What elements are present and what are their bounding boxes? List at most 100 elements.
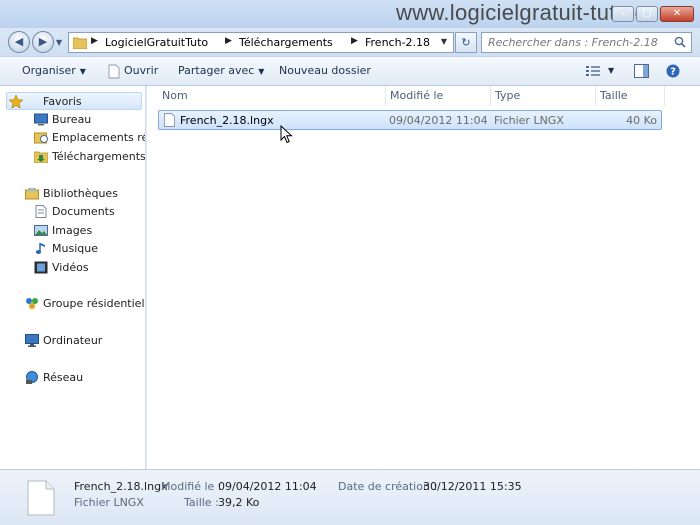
file-icon xyxy=(164,113,175,127)
downloads-folder-icon xyxy=(34,151,48,163)
address-bar[interactable]: ▶ LogicielGratuitTuto ▶ Téléchargements … xyxy=(68,32,454,53)
address-row: ◀ ▶ ▼ ▶ LogicielGratuitTuto ▶ Télécharge… xyxy=(0,28,700,56)
maximize-icon: □ xyxy=(642,8,652,19)
minimize-button[interactable]: – xyxy=(612,6,634,22)
title-bar: www.logicielgratuit-tuto.com – □ ✕ xyxy=(0,0,700,28)
sidebar-item-label: Musique xyxy=(52,242,98,255)
file-row[interactable]: French_2.18.lngx 09/04/2012 11:04 Fichie… xyxy=(158,110,662,130)
column-divider[interactable] xyxy=(664,86,665,106)
sidebar-item-bureau[interactable]: Bureau xyxy=(34,111,145,129)
computer-icon xyxy=(25,334,39,347)
refresh-button[interactable]: ↻ xyxy=(455,32,477,53)
sidebar-item-bibliotheques[interactable]: Bibliothèques xyxy=(25,185,145,203)
back-arrow-icon: ◀ xyxy=(14,35,24,48)
svg-text:?: ? xyxy=(670,67,676,78)
sidebar-item-documents[interactable]: Documents xyxy=(34,203,145,221)
organize-button[interactable]: Organiser ▼ xyxy=(22,64,86,77)
address-dropdown-icon[interactable]: ▼ xyxy=(441,37,447,46)
breadcrumb-separator-icon[interactable]: ▶ xyxy=(351,36,358,46)
music-icon xyxy=(35,243,45,254)
recent-places-icon xyxy=(34,132,48,144)
details-file-type: Fichier LNGX xyxy=(74,496,144,509)
breadcrumb-separator-icon[interactable]: ▶ xyxy=(91,36,98,46)
details-modified-value: 09/04/2012 11:04 xyxy=(218,480,317,493)
images-icon xyxy=(34,225,48,236)
organize-label: Organiser xyxy=(22,64,76,77)
file-size: 40 Ko xyxy=(626,114,657,127)
command-toolbar: Organiser ▼ Ouvrir Partager avec ▼ Nouveau… xyxy=(0,56,700,86)
sidebar-item-label: Bureau xyxy=(52,113,92,126)
sidebar-item-images[interactable]: Images xyxy=(34,222,145,240)
close-button[interactable]: ✕ xyxy=(660,6,694,22)
new-folder-button[interactable]: Nouveau dossier xyxy=(279,64,371,77)
column-divider[interactable] xyxy=(490,86,491,106)
sidebar-item-videos[interactable]: Vidéos xyxy=(34,259,145,277)
file-icon xyxy=(108,64,120,79)
breadcrumb-separator-icon[interactable]: ▶ xyxy=(225,36,232,46)
folder-icon xyxy=(73,37,87,49)
network-icon xyxy=(26,371,38,384)
view-options-icon[interactable] xyxy=(586,66,600,77)
sidebar-item-label: Documents xyxy=(52,205,115,218)
details-created-value: 30/12/2011 15:35 xyxy=(423,480,522,493)
sidebar-item-telechargements[interactable]: Téléchargements xyxy=(34,148,145,166)
libraries-icon xyxy=(25,188,39,200)
open-label: Ouvrir xyxy=(124,64,159,77)
sidebar-item-reseau[interactable]: Réseau xyxy=(25,369,145,387)
sidebar-item-label: Bibliothèques xyxy=(43,187,118,200)
file-type: Fichier LNGX xyxy=(494,114,564,127)
sidebar-item-label: Groupe résidentiel xyxy=(43,297,145,310)
recent-pages-dropdown-icon[interactable]: ▼ xyxy=(56,38,62,47)
details-size-label: Taille : xyxy=(184,496,219,509)
sidebar-item-label: Emplacements récents xyxy=(52,131,145,144)
new-folder-label: Nouveau dossier xyxy=(279,64,371,77)
navigation-pane: Favoris Bureau Emplacements récents Télé… xyxy=(0,86,146,469)
sidebar-item-label: Vidéos xyxy=(52,261,89,274)
view-dropdown-icon[interactable]: ▼ xyxy=(608,66,614,75)
search-input[interactable] xyxy=(482,33,667,52)
column-header-modified[interactable]: Modifié le xyxy=(390,86,490,106)
chevron-down-icon: ▼ xyxy=(258,67,265,76)
breadcrumb-french-218[interactable]: French-2.18 xyxy=(365,36,430,49)
column-header-type[interactable]: Type xyxy=(495,86,595,106)
details-pane: French_2.18.lngx Fichier LNGX Modifié le… xyxy=(0,469,700,525)
sidebar-item-label: Favoris xyxy=(43,95,82,108)
chevron-down-icon: ▼ xyxy=(79,67,86,76)
sidebar-item-emplacements-recents[interactable]: Emplacements récents xyxy=(34,129,145,147)
watermark-text: www.logicielgratuit-tuto.com xyxy=(396,0,678,25)
open-button[interactable]: Ouvrir xyxy=(124,64,158,77)
sidebar-item-musique[interactable]: Musique xyxy=(34,240,145,258)
sidebar-item-groupe-residentiel[interactable]: Groupe résidentiel xyxy=(25,295,145,313)
homegroup-icon xyxy=(26,298,38,309)
column-divider[interactable] xyxy=(595,86,596,106)
help-icon[interactable]: ? xyxy=(666,64,680,78)
details-modified-label: Modifié le : xyxy=(161,480,222,493)
column-header-size[interactable]: Taille xyxy=(600,86,664,106)
forward-arrow-icon: ▶ xyxy=(38,35,48,48)
maximize-button[interactable]: □ xyxy=(636,6,658,22)
forward-button[interactable]: ▶ xyxy=(32,31,54,53)
breadcrumb-logicielgratuittuto[interactable]: LogicielGratuitTuto xyxy=(105,36,208,49)
mouse-cursor-icon xyxy=(280,125,293,144)
search-icon[interactable] xyxy=(674,36,686,48)
preview-pane-icon[interactable] xyxy=(634,64,649,78)
documents-icon xyxy=(35,205,47,218)
sidebar-item-ordinateur[interactable]: Ordinateur xyxy=(25,332,145,350)
details-file-name: French_2.18.lngx xyxy=(74,480,168,493)
search-box[interactable] xyxy=(481,32,692,53)
file-modified: 09/04/2012 11:04 xyxy=(389,114,488,127)
sidebar-item-label: Ordinateur xyxy=(43,334,103,347)
desktop-icon xyxy=(34,113,48,126)
sidebar-item-label: Réseau xyxy=(43,371,84,384)
sidebar-item-favoris[interactable]: Favoris xyxy=(6,92,142,110)
column-divider[interactable] xyxy=(385,86,386,106)
sidebar-item-label: Images xyxy=(52,224,93,237)
details-size-value: 39,2 Ko xyxy=(218,496,260,509)
minimize-icon: – xyxy=(620,8,626,19)
refresh-icon: ↻ xyxy=(461,36,471,49)
back-button[interactable]: ◀ xyxy=(8,31,30,53)
breadcrumb-telechargements[interactable]: Téléchargements xyxy=(239,36,333,49)
file-name: French_2.18.lngx xyxy=(180,114,274,127)
column-header-name[interactable]: Nom xyxy=(162,86,385,106)
share-with-button[interactable]: Partager avec ▼ xyxy=(178,64,264,77)
